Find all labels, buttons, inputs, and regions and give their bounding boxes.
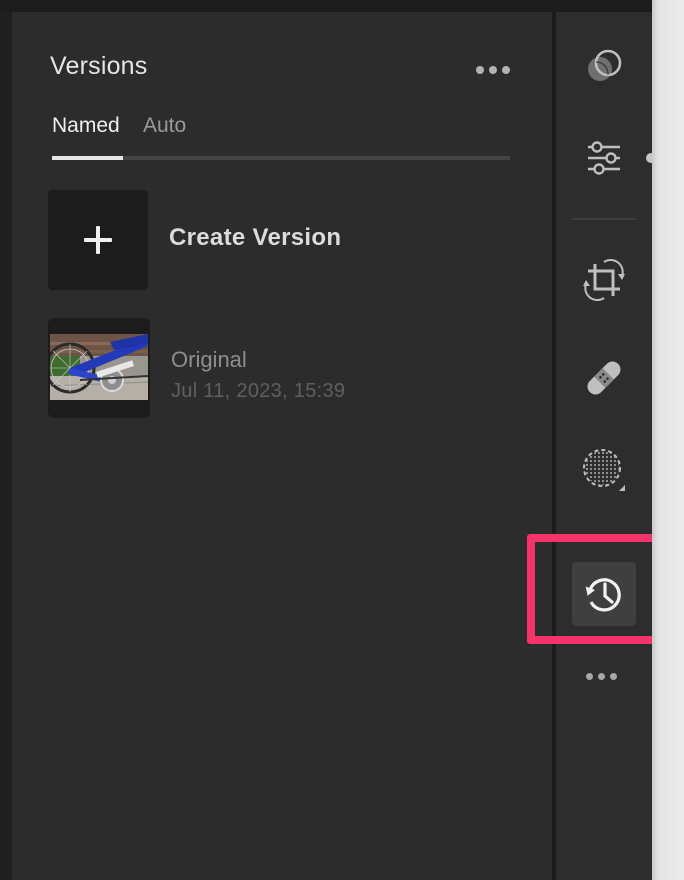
healing-bandage-icon[interactable] [572,346,636,410]
edit-sliders-icon[interactable] [572,126,636,190]
presets-icon[interactable] [572,34,636,98]
plus-icon [84,226,112,254]
right-toolbar [556,12,652,880]
crop-rotate-icon[interactable] [572,248,636,312]
masking-icon[interactable] [572,438,636,502]
create-version-tile[interactable] [48,190,148,290]
panel-title: Versions [50,52,148,80]
version-date: Jul 11, 2023, 15:39 [171,380,346,402]
tab-named[interactable]: Named [52,114,120,138]
top-bar [0,0,652,12]
create-version-button[interactable]: Create Version [48,190,498,290]
window-edge-background [652,0,684,880]
version-thumbnail[interactable] [48,318,150,418]
version-item[interactable]: Original Jul 11, 2023, 15:39 [48,318,498,418]
highlight-box [527,534,666,644]
panel-more-options-icon[interactable] [476,62,512,78]
tab-auto[interactable]: Auto [143,114,186,138]
bicycle-photo-icon [50,334,148,400]
left-panel-edge [0,12,12,880]
toolbar-more-icon[interactable] [586,670,622,682]
create-version-label: Create Version [169,224,342,251]
versions-panel: Versions Named Auto Create Version Origi… [12,12,552,880]
tab-active-indicator [52,156,123,160]
toolbar-separator [572,218,636,220]
version-name: Original [171,347,247,372]
